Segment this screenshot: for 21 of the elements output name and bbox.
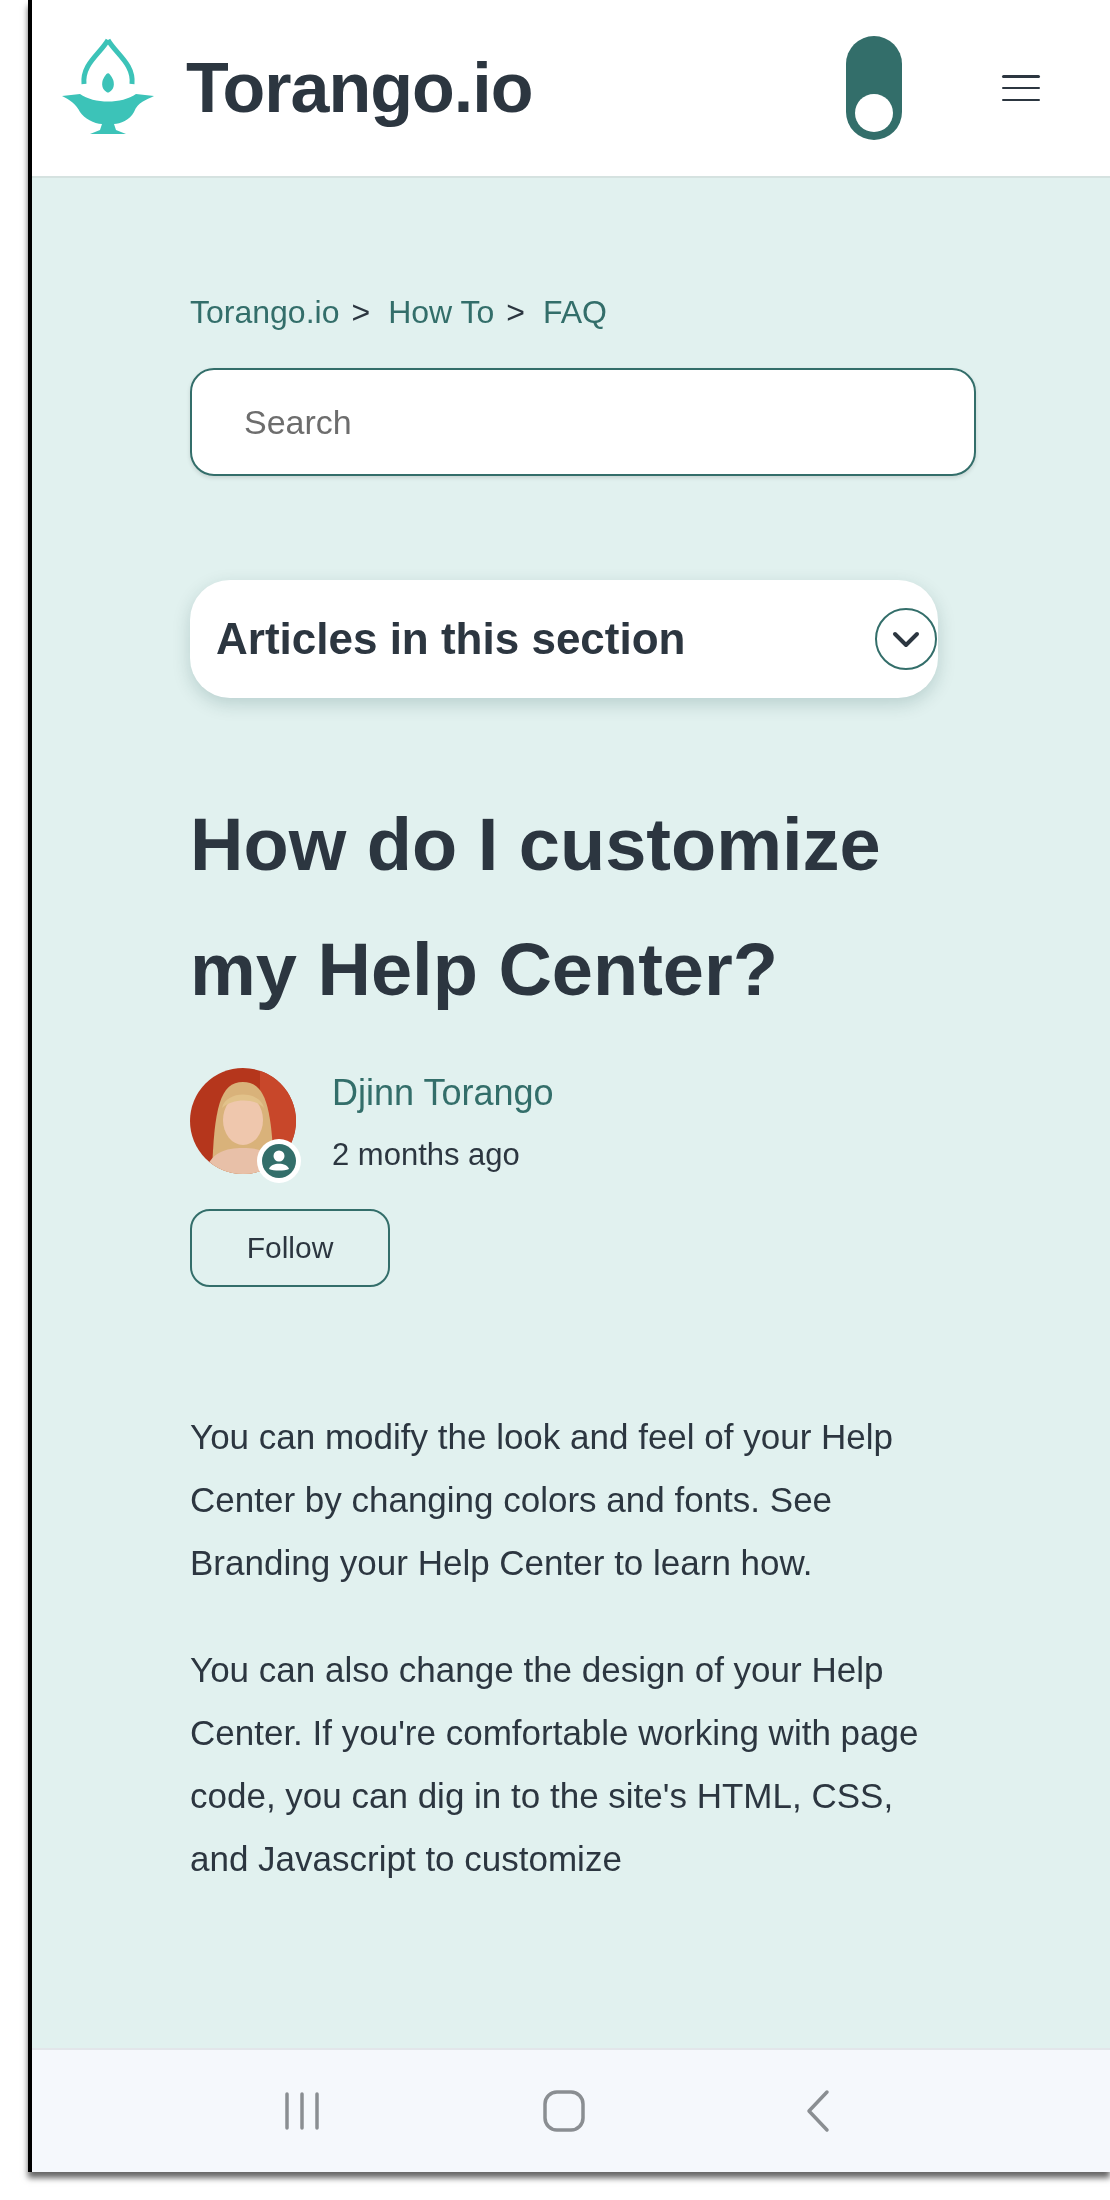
theme-toggle[interactable] (846, 36, 902, 140)
article-title: How do I customize my Help Center? (190, 802, 882, 1013)
article-link[interactable]: Branding your Help Center (190, 1542, 605, 1582)
back-icon[interactable] (804, 2089, 831, 2133)
breadcrumb-link[interactable]: FAQ (542, 288, 607, 336)
home-icon[interactable] (542, 2089, 586, 2133)
search-field[interactable]: Search (190, 368, 976, 476)
breadcrumb-separator: > (351, 293, 371, 332)
menu-icon[interactable] (1002, 75, 1040, 101)
chevron-icon (874, 607, 938, 671)
breadcrumb-link[interactable]: How To (388, 288, 495, 336)
article-paragraph: You can also change the design of your Help Center. If you're comfortable working with page code, you can dig in to the site's HTML, CSS, and Javascript to customize (190, 1648, 920, 1880)
article-paragraph: You can modify the look and feel of your Help Center by changing colors and fonts. See Branding your Help Center to learn how. (190, 1415, 895, 1584)
breadcrumb-link[interactable]: Torango.io (190, 288, 340, 336)
user-icon (256, 1138, 302, 1184)
site-title[interactable]: Torango.io (186, 35, 533, 141)
breadcrumb-separator: > (506, 293, 525, 332)
post-time: 2 months ago (332, 1136, 521, 1174)
section-dropdown[interactable]: Articles in this section (190, 580, 938, 698)
follow-button[interactable]: Follow (190, 1208, 390, 1287)
author-name[interactable]: Djinn Torango (332, 1066, 554, 1120)
